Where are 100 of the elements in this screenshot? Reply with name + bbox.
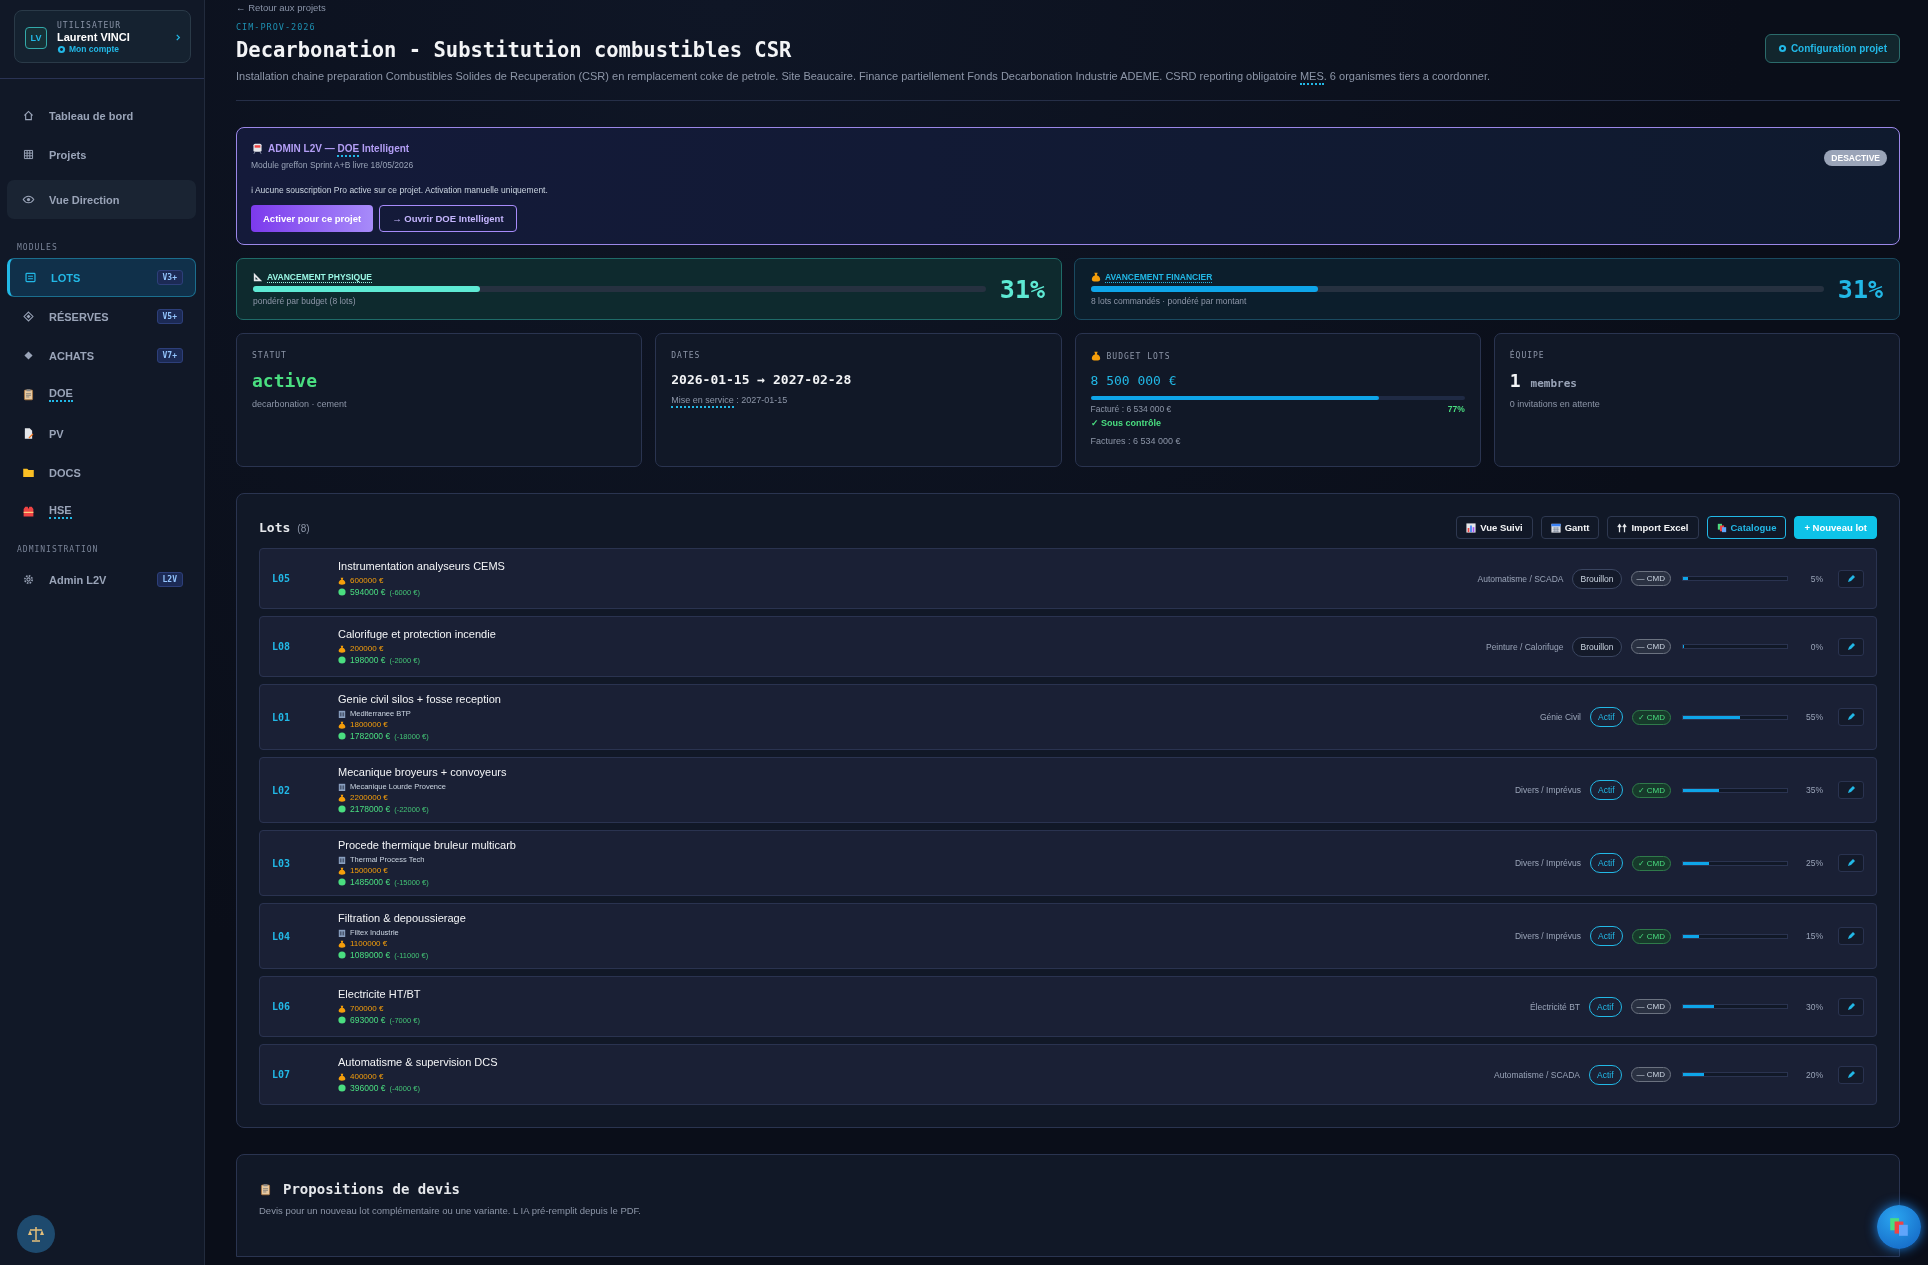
progress-value: 31% [1837, 274, 1883, 304]
money-bag-icon [1090, 351, 1101, 361]
building-icon [338, 782, 346, 791]
pencil-icon [1846, 1001, 1856, 1012]
toolbar-button[interactable]: Vue Suivi [1456, 516, 1533, 539]
order-pill: — CMD [1630, 639, 1671, 654]
circle-icon [338, 1016, 346, 1024]
books-button[interactable] [1877, 1205, 1921, 1249]
edit-button[interactable] [1838, 997, 1864, 1016]
chevron-right-icon [175, 33, 182, 42]
nav-item[interactable]: PV [7, 414, 196, 453]
eye-icon [22, 193, 35, 206]
nav-item[interactable]: Projets [7, 135, 196, 174]
lot-name: Filtration & depoussierage [338, 912, 466, 924]
grid-icon [22, 148, 35, 161]
circle-icon [338, 656, 346, 664]
lot-category: Peinture / Calorifuge [1485, 641, 1564, 652]
engaged-amount: 1782000 € [350, 731, 391, 741]
train-icon [251, 142, 264, 155]
activate-button[interactable]: Activer pour ce projet [251, 205, 374, 232]
edit-button[interactable] [1838, 927, 1864, 945]
lot-budget: 2200000 € [350, 793, 388, 802]
settings-icon [57, 44, 66, 54]
clipboard-icon [22, 388, 35, 401]
diamond-icon [22, 349, 35, 362]
order-pill: — CMD [1630, 571, 1671, 586]
invoices-amount: Factures : 6 534 000 € [1090, 436, 1182, 446]
lot-progress-percent: 30% [1805, 1001, 1823, 1012]
edit-button[interactable] [1838, 708, 1864, 726]
stat-label: ÉQUIPE [1509, 351, 1546, 360]
lot-category: Automatisme / SCADA [1494, 1069, 1580, 1080]
pencil-icon [1846, 641, 1856, 652]
scales-button[interactable] [17, 1215, 55, 1253]
order-pill: ✓ CMD [1631, 855, 1671, 871]
user-name: Laurent VINCI [57, 31, 131, 43]
order-pill: — CMD [1630, 999, 1671, 1014]
status-pill: Brouillon [1572, 636, 1622, 657]
edit-button[interactable] [1838, 781, 1864, 799]
section-heading: MODULES [16, 242, 59, 254]
lot-progress-percent: 0% [1809, 641, 1823, 652]
circle-icon [338, 732, 346, 740]
bar-chart-icon [1466, 522, 1477, 533]
progress-title: AVANCEMENT PHYSIQUE [267, 272, 372, 282]
pencil-icon [1846, 573, 1856, 584]
lot-progress-percent: 55% [1805, 712, 1823, 722]
edit-button[interactable] [1838, 854, 1864, 872]
progress-caption: pondéré par budget (8 lots) [253, 296, 357, 306]
nav-item[interactable]: LOTS V3+ [7, 258, 196, 297]
building-icon [338, 928, 346, 937]
nav-item[interactable]: Admin L2V L2V [7, 560, 196, 599]
nav-item[interactable]: DOE [7, 375, 196, 414]
nav-item[interactable]: ACHATS V7+ [7, 336, 196, 375]
nav-item[interactable]: RÉSERVES V5+ [7, 297, 196, 336]
toolbar-button[interactable]: Catalogue [1706, 516, 1787, 539]
toolbar-button[interactable]: Gantt [1540, 516, 1600, 539]
order-pill: ✓ CMD [1631, 709, 1671, 725]
edit-button[interactable] [1838, 637, 1864, 656]
lot-category: Génie Civil [1539, 712, 1581, 722]
stat-label: DATES [671, 351, 702, 360]
back-link[interactable]: ← Retour aux projets [236, 2, 1900, 14]
stat-unit: membres [1530, 377, 1577, 390]
lot-budget: 1500000 € [350, 866, 388, 875]
account-link[interactable]: Mon compte [57, 44, 165, 54]
nav-item[interactable]: DOCS [7, 453, 196, 492]
lot-name: Automatisme & supervision DCS [338, 1056, 498, 1068]
configuration-button[interactable]: Configuration projet [1764, 34, 1900, 63]
edit-button[interactable] [1838, 569, 1864, 588]
notice-text: ℹ Aucune souscription Pro active sur ce projet. Activation manuelle uniquement. [251, 184, 549, 195]
lot-code: L06 [272, 1001, 292, 1012]
nav-item[interactable]: Tableau de bord [7, 96, 196, 135]
nav-item[interactable]: Vue Direction [7, 180, 196, 219]
nav-item[interactable]: HSE [7, 492, 196, 531]
lots-title: Lots [259, 520, 291, 535]
engaged-amount: 396000 € [350, 1083, 386, 1093]
document-icon [22, 427, 35, 440]
lot-code: L07 [272, 1069, 292, 1080]
engaged-amount: 1485000 € [350, 877, 391, 887]
project-code: CIM-PROV-2026 [236, 22, 317, 32]
status-badge: DESACTIVE [1824, 150, 1887, 166]
stat-subtext: decarbonation · cement [252, 399, 348, 409]
lot-code: L05 [272, 573, 292, 584]
lot-budget: 1800000 € [350, 720, 388, 729]
engaged-amount: 594000 € [350, 587, 386, 597]
toolbar-button[interactable]: Import Excel [1607, 516, 1699, 539]
order-pill: ✓ CMD [1631, 928, 1671, 944]
money-bag-icon [338, 576, 346, 585]
settings-icon [22, 573, 35, 586]
engaged-amount: 2178000 € [350, 804, 391, 814]
budget-percent: 77% [1447, 404, 1465, 414]
building-icon [338, 855, 346, 864]
pencil-icon [1846, 858, 1856, 868]
open-doe-button[interactable]: → Ouvrir DOE Intelligent [379, 205, 517, 232]
user-card[interactable]: LV UTILISATEUR Laurent VINCI Mon compte [14, 10, 191, 63]
lot-category: Divers / Imprévus [1514, 785, 1581, 795]
pencil-icon [1846, 1069, 1856, 1080]
lot-budget: 700000 € [350, 1004, 384, 1013]
lot-progress-percent: 5% [1809, 573, 1823, 584]
pencil-icon [1846, 785, 1856, 795]
lot-category: Divers / Imprévus [1514, 931, 1581, 941]
edit-button[interactable] [1838, 1065, 1864, 1084]
